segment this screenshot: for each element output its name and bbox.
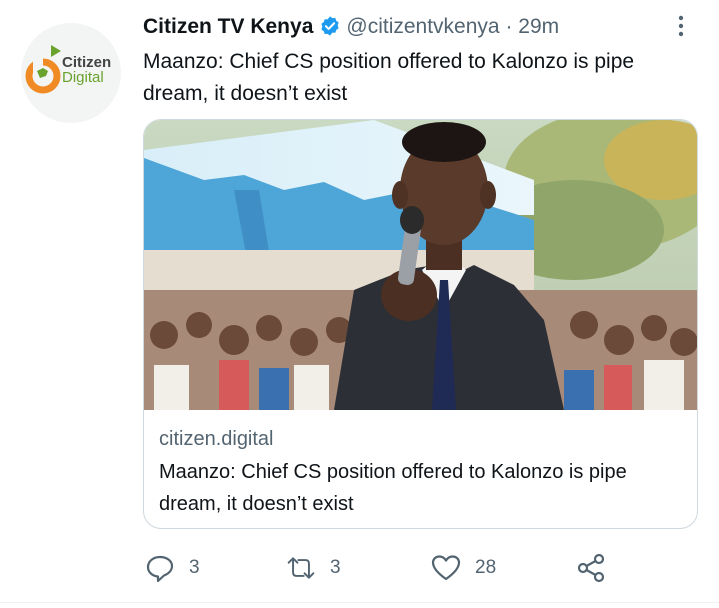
- reply-icon: [146, 555, 174, 583]
- logo-line2: Digital: [62, 69, 104, 86]
- like-count: 28: [475, 557, 497, 578]
- card-domain: citizen.digital: [159, 428, 274, 450]
- more-options-icon[interactable]: [670, 12, 692, 40]
- reply-count: 3: [189, 557, 200, 578]
- card-image: [144, 120, 697, 410]
- share-icon: [577, 553, 605, 583]
- retweet-count: 3: [330, 557, 341, 578]
- like-button[interactable]: 28: [431, 548, 496, 588]
- heart-icon: [431, 555, 461, 581]
- reply-button[interactable]: 3: [145, 548, 200, 588]
- author-handle[interactable]: @citizentvkenya: [346, 15, 499, 38]
- verified-badge-icon: [321, 16, 339, 36]
- author-name[interactable]: Citizen TV Kenya: [143, 15, 313, 38]
- share-button[interactable]: [576, 548, 620, 588]
- tweet-header: Citizen TV Kenya @citizentvkenya · 29m: [143, 12, 703, 42]
- link-preview-card[interactable]: citizen.digital Maanzo: Chief CS positio…: [143, 119, 698, 529]
- divider: [0, 602, 719, 603]
- author-avatar[interactable]: Citizen Digital: [21, 23, 121, 123]
- card-title: Maanzo: Chief CS position offered to Kal…: [159, 461, 627, 515]
- avatar-logo-text: Citizen Digital: [62, 55, 111, 85]
- separator-dot: ·: [505, 15, 513, 38]
- retweet-button[interactable]: 3: [286, 548, 341, 588]
- tweet-actions: 3 3 28: [143, 548, 703, 588]
- tweet-text: Maanzo: Chief CS position offered to Kal…: [143, 50, 635, 105]
- retweet-icon: [287, 557, 315, 579]
- tweet-timestamp[interactable]: 29m: [518, 15, 559, 38]
